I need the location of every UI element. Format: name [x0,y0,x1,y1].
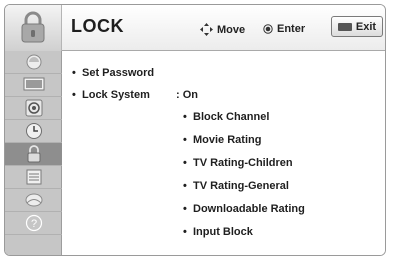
page-title: LOCK [71,16,124,36]
lock-icon [27,145,40,163]
lock-menu-content: • Set Password • Lock System : On • Block C… [63,51,385,255]
enter-label: Enter [277,23,306,35]
audio-icon [25,99,42,117]
menu-window: LOCK Move Enter Exit ? • Set Password • … [4,4,386,256]
bullet: • [183,111,187,123]
bullet: • [72,67,76,79]
exit-button[interactable]: Exit [331,16,383,37]
sub-item-tv-rating-general[interactable]: • TV Rating-General [183,180,289,192]
sub-item-tv-rating-children[interactable]: • TV Rating-Children [183,157,293,169]
network-icon [25,193,42,207]
bullet: • [183,157,187,169]
sub-item-input-block[interactable]: • Input Block [183,226,253,238]
sub-item-movie-rating[interactable]: • Movie Rating [183,134,261,146]
move-hint: Move [200,23,245,36]
exit-label: Exit [355,20,377,33]
picture-icon [26,54,41,70]
move-label: Move [217,23,246,36]
sub-item-label: Block Channel [193,111,270,123]
sidebar-item-network[interactable] [5,189,62,212]
menu-item-set-password[interactable]: • Set Password [72,67,154,79]
lock-badge [5,5,62,51]
enter-dot-icon [263,24,273,34]
sub-item-label: Input Block [193,226,253,238]
time-icon [25,123,42,139]
sub-item-label: TV Rating-Children [193,157,293,169]
help-icon: ? [25,214,42,232]
screen-icon [23,77,44,91]
bullet: • [183,134,187,146]
sidebar-item-lock[interactable] [5,143,62,166]
menu-item-label: Lock System [82,89,150,101]
bullet: • [183,180,187,192]
enter-hint: Enter [263,23,305,35]
sidebar-item-screen[interactable] [5,74,62,97]
option-icon [26,169,41,185]
sidebar-item-audio[interactable] [5,97,62,120]
bullet: • [72,89,76,101]
sidebar-item-time[interactable] [5,120,62,143]
category-sidebar: ? [5,51,62,255]
move-arrows-icon [200,23,213,36]
lock-system-value: : On [176,89,198,101]
sidebar-item-help[interactable]: ? [5,212,62,235]
menu-header: LOCK Move Enter Exit [5,5,385,51]
sub-item-label: TV Rating-General [193,180,289,192]
bullet: • [183,226,187,238]
sub-item-block-channel[interactable]: • Block Channel [183,111,269,123]
svg-text:?: ? [30,218,36,230]
sidebar-item-option[interactable] [5,166,62,189]
padlock-icon [21,11,45,43]
sub-item-label: Downloadable Rating [193,203,305,215]
sub-item-downloadable-rating[interactable]: • Downloadable Rating [183,203,305,215]
menu-item-label: Set Password [82,67,155,79]
menu-item-lock-system[interactable]: • Lock System [72,89,150,101]
sub-item-label: Movie Rating [193,134,262,146]
bullet: • [183,203,187,215]
exit-key-icon [337,22,352,31]
sidebar-item-picture[interactable] [5,51,62,74]
